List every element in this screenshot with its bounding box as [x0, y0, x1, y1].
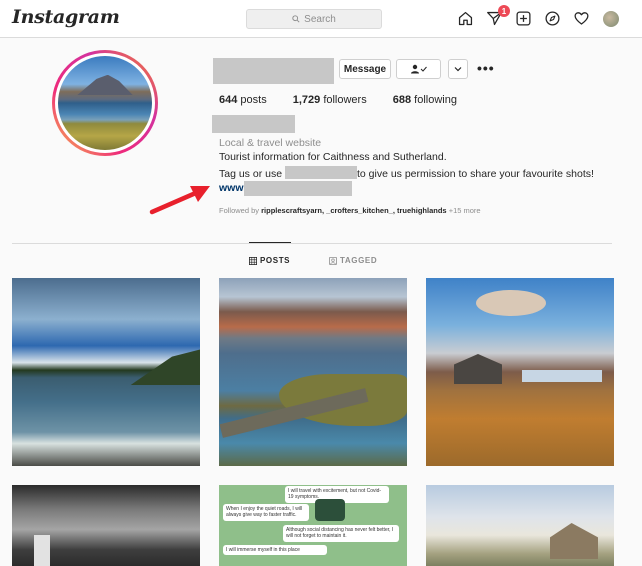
- mountain-shape: [76, 74, 134, 96]
- message-button[interactable]: Message: [339, 59, 391, 79]
- new-post-icon[interactable]: [514, 9, 533, 28]
- posts-label: posts: [240, 94, 267, 106]
- tab-posts[interactable]: POSTS: [249, 256, 290, 265]
- post-thumbnail[interactable]: [12, 278, 200, 466]
- profile-category: Local & travel website: [219, 137, 322, 149]
- post-text-line: Although social distancing has never fel…: [283, 525, 399, 542]
- car-icon: [315, 499, 345, 521]
- search-placeholder: Search: [304, 13, 336, 25]
- following-count: 688: [392, 94, 412, 106]
- tab-tagged[interactable]: TAGGED: [329, 256, 377, 265]
- instagram-logo[interactable]: Instagram: [12, 6, 120, 28]
- followers-count: 1,729: [292, 94, 321, 106]
- followers-stat[interactable]: 1,729 followers: [293, 94, 367, 106]
- post-thumbnail[interactable]: [426, 278, 614, 466]
- explore-icon[interactable]: [543, 9, 562, 28]
- search-icon: [292, 15, 300, 23]
- post-thumbnail[interactable]: [426, 485, 614, 566]
- followed-by-text[interactable]: Followed by ripplescraftsyarn, _crofters…: [219, 206, 481, 215]
- photo-cottage: [550, 523, 598, 559]
- top-navigation-bar: Instagram Search 1: [0, 0, 642, 38]
- tagged-user-icon: [329, 256, 337, 265]
- profile-avatar[interactable]: [601, 9, 620, 28]
- notification-badge: 1: [498, 5, 510, 17]
- avatar-thumbnail: [602, 10, 619, 27]
- followed-by-names: ripplescraftsyarn, _crofters_kitchen_, t…: [261, 206, 447, 215]
- post-thumbnail[interactable]: [12, 485, 200, 566]
- tab-posts-label: POSTS: [260, 256, 291, 265]
- following-button[interactable]: [396, 59, 441, 79]
- following-stat[interactable]: 688 following: [393, 94, 457, 106]
- post-text-line: I will immerse myself in this place: [223, 545, 327, 556]
- bio-line-2-end: to give us permission to share your favo…: [356, 168, 594, 180]
- profile-avatar-story-ring[interactable]: [52, 50, 158, 156]
- photo-cottage: [454, 354, 502, 384]
- suggested-accounts-dropdown[interactable]: [448, 59, 468, 79]
- photo-loch: [522, 370, 602, 382]
- website-link[interactable]: www: [219, 182, 244, 194]
- followed-by-more: +15 more: [448, 206, 481, 215]
- post-thumbnail[interactable]: [219, 278, 407, 466]
- username-redacted: [213, 58, 334, 84]
- website-link-redacted: [244, 181, 352, 196]
- instagram-profile-page: Instagram Search 1 Message ••• 644 posts…: [0, 0, 642, 566]
- active-tab-indicator: [249, 242, 291, 243]
- following-label: following: [414, 94, 457, 106]
- tabs-divider: [12, 243, 612, 244]
- direct-messages-icon[interactable]: 1: [485, 5, 510, 28]
- person-check-icon: [410, 64, 427, 74]
- followers-label: followers: [323, 94, 367, 106]
- post-text-line: When I enjoy the quiet roads, I will alw…: [223, 504, 309, 521]
- annotation-arrow-icon: [149, 186, 210, 215]
- hashtag-redacted: [284, 166, 357, 179]
- posts-stat: 644 posts: [219, 94, 267, 106]
- photo-hill: [130, 349, 200, 386]
- tab-tagged-label: TAGGED: [340, 256, 378, 265]
- bio-line-2: Tag us or use to give us permission to s…: [219, 166, 594, 180]
- followed-by-prefix: Followed by: [219, 206, 260, 215]
- home-icon[interactable]: [456, 9, 475, 28]
- photo-cloud: [476, 290, 546, 316]
- bio-line-1: Tourist information for Caithness and Su…: [219, 151, 447, 163]
- full-name-redacted: [212, 115, 295, 133]
- activity-heart-icon[interactable]: [572, 9, 591, 28]
- post-thumbnail[interactable]: I will travel with excitement, but not C…: [219, 485, 407, 566]
- chevron-down-icon: [454, 67, 462, 72]
- search-input[interactable]: Search: [246, 9, 382, 29]
- bio-line-2-start: Tag us or use: [219, 168, 283, 180]
- profile-picture: [58, 56, 152, 150]
- avatar-frame: [55, 53, 155, 153]
- profile-stats: 644 posts 1,729 followers 688 following: [219, 94, 457, 106]
- photo-tower: [34, 535, 50, 566]
- more-options-button[interactable]: •••: [477, 60, 495, 76]
- nav-icons: 1: [456, 5, 620, 28]
- grid-icon: [249, 256, 257, 265]
- posts-count: 644: [219, 94, 238, 106]
